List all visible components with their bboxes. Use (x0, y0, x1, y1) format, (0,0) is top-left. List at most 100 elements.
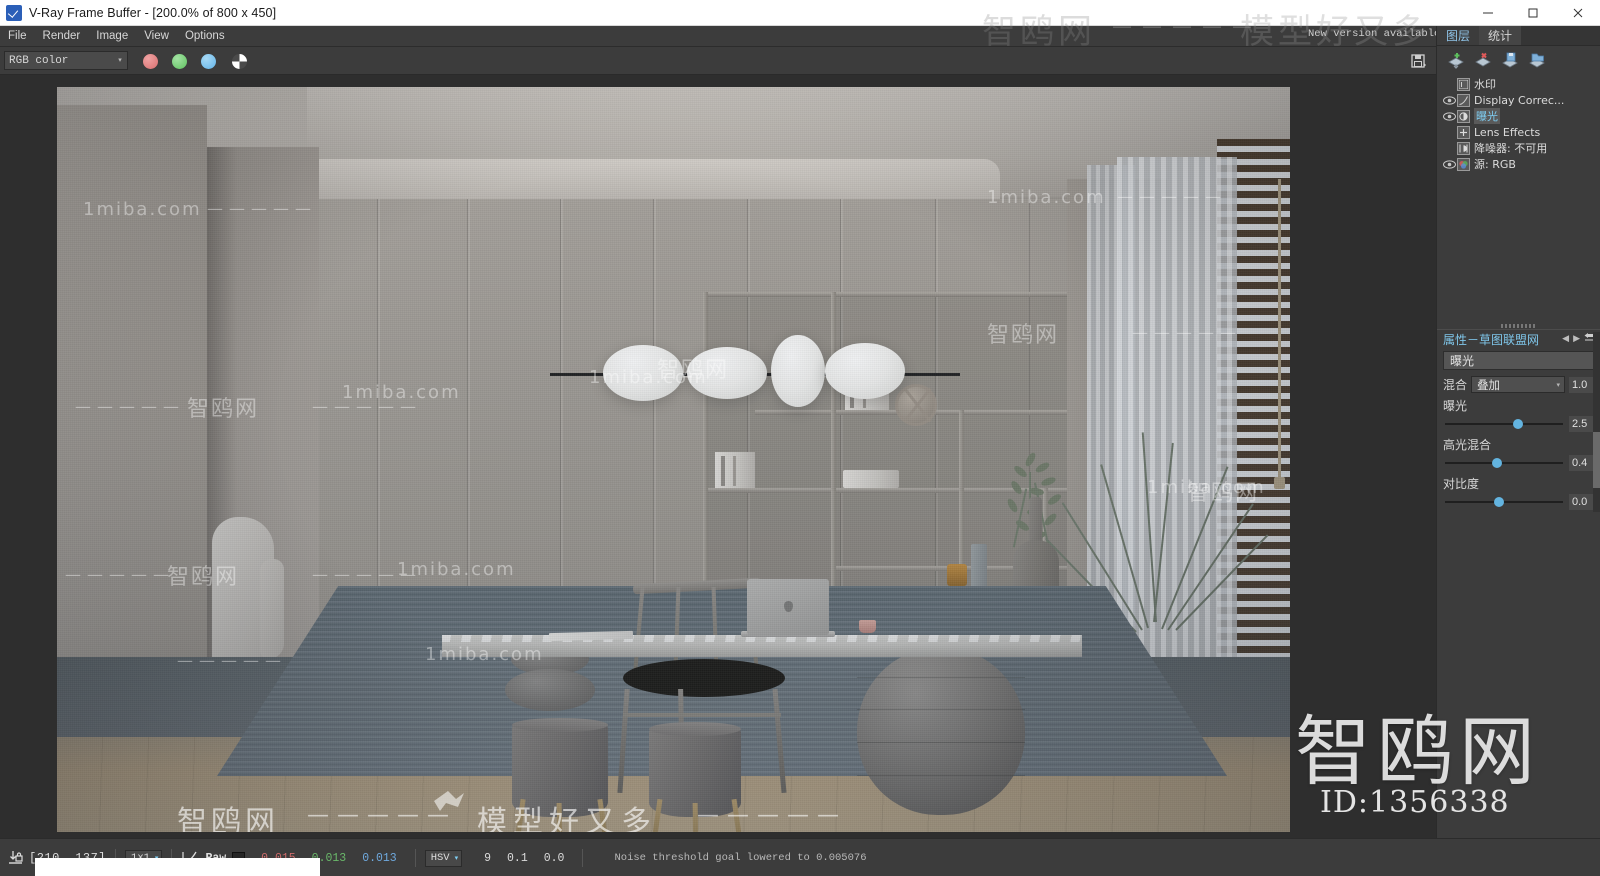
rendered-image[interactable]: 1miba.com ————— 智鸥网 ————— ————— 1miba.co… (57, 87, 1290, 832)
prev-arrow-icon[interactable]: ◀ (1562, 334, 1569, 344)
pendant-lamp (687, 347, 767, 399)
red-channel-button[interactable] (136, 49, 164, 73)
exposure-slider-row: 2.5 (1437, 414, 1600, 434)
new-version-notice: New version available! (1308, 28, 1447, 40)
menu-options[interactable]: Options (177, 26, 233, 47)
layer-label: 源: RGB (1474, 158, 1516, 171)
contrast-slider-row: 0.0 (1437, 492, 1600, 512)
blend-mode-select[interactable]: 叠加 ▾ (1471, 376, 1565, 393)
menu-file[interactable]: File (0, 26, 35, 47)
desk-ball-base (857, 647, 1025, 815)
menu-view[interactable]: View (136, 26, 177, 47)
exposure-slider[interactable] (1445, 419, 1563, 429)
decor-sphere (895, 384, 937, 426)
properties-scrollbar[interactable] (1593, 332, 1600, 512)
pendant-lamp (825, 343, 905, 399)
chevron-down-icon: ▾ (454, 854, 459, 863)
tab-statistics[interactable]: 统计 (1479, 26, 1522, 45)
minimize-button[interactable] (1465, 0, 1510, 26)
properties-panel: 属性－草图联盟网 ◀ ▶ 曝光 混合 叠加 ▾ 1.0 曝光 2.5 高光混合 … (1437, 329, 1600, 819)
blend-mode-row: 混合 叠加 ▾ 1.0 (1437, 374, 1600, 395)
color-space-select[interactable]: HSV ▾ (424, 849, 463, 867)
watermark-icon (1457, 77, 1470, 91)
blue-channel-button[interactable] (194, 49, 222, 73)
highlight-blend-label: 高光混合 (1443, 438, 1492, 452)
chevron-down-icon: ▾ (118, 57, 122, 64)
apple-logo-icon (784, 601, 793, 612)
vray-checkbox-icon (6, 4, 22, 21)
close-button[interactable] (1555, 0, 1600, 26)
slider-knob[interactable] (1513, 419, 1524, 429)
hue-value: 9 (484, 851, 492, 865)
delete-layer-icon[interactable] (1472, 50, 1494, 70)
saturation-value: 0.1 (507, 851, 528, 865)
chevron-down-icon: ▾ (1556, 380, 1560, 389)
laptop (747, 579, 829, 635)
denoiser-icon (1457, 141, 1470, 155)
color-pick-lock-icon[interactable] (8, 850, 23, 866)
status-message: Noise threshold goal lowered to 0.005076 (614, 852, 867, 864)
pendant-lamp (771, 335, 825, 407)
properties-title: 属性－草图联盟网 (1443, 332, 1540, 347)
blue-value: 0.013 (362, 851, 397, 865)
channel-select[interactable]: RGB color ▾ (4, 51, 128, 70)
color-space-value: HSV (430, 852, 450, 864)
tooltip-strip (35, 858, 320, 876)
vray-frame-buffer-window: V-Ray Frame Buffer - [200.0% of 800 x 45… (0, 0, 1600, 876)
properties-subtitle: 曝光 (1443, 351, 1595, 370)
layer-toolbar (1437, 47, 1600, 73)
menu-render[interactable]: Render (35, 26, 89, 47)
window-title: V-Ray Frame Buffer - [200.0% of 800 x 45… (29, 5, 277, 20)
panel-tabs: 图层 统计 (1437, 26, 1600, 46)
highlight-blend-slider-row: 0.4 (1437, 453, 1600, 473)
layer-list: 水印 Display Correc... 曝光 Lens Effects 降噪器… (1437, 76, 1600, 172)
contrast-label: 对比度 (1443, 477, 1480, 491)
maximize-button[interactable] (1510, 0, 1555, 26)
source-rgb-icon (1457, 157, 1470, 171)
properties-header: 属性－草图联盟网 ◀ ▶ (1437, 330, 1600, 348)
layer-label: Display Correc... (1474, 93, 1565, 107)
value-value: 0.0 (543, 851, 565, 865)
contrast-slider[interactable] (1445, 497, 1563, 507)
visibility-toggle[interactable] (1441, 95, 1457, 105)
layer-row[interactable]: Display Correc... (1437, 92, 1600, 108)
exposure-label: 曝光 (1443, 399, 1468, 413)
menu-image[interactable]: Image (88, 26, 136, 47)
next-arrow-icon[interactable]: ▶ (1573, 334, 1580, 344)
load-layers-icon[interactable] (1499, 50, 1521, 70)
layer-row[interactable]: 曝光 (1437, 108, 1600, 124)
marble-desk (442, 635, 1082, 657)
layer-label: Lens Effects (1474, 125, 1541, 139)
tab-layers[interactable]: 图层 (1437, 26, 1480, 45)
window-controls (1465, 0, 1600, 26)
green-channel-button[interactable] (165, 49, 193, 73)
layer-label: 曝光 (1474, 108, 1500, 124)
toolbar: RGB color ▾ (0, 47, 1600, 75)
title-bar: V-Ray Frame Buffer - [200.0% of 800 x 45… (0, 0, 1600, 26)
alpha-channel-button[interactable] (225, 49, 253, 73)
add-layer-icon[interactable] (1445, 50, 1467, 70)
layer-row[interactable]: 降噪器: 不可用 (1437, 140, 1600, 156)
save-layers-icon[interactable] (1526, 50, 1548, 70)
visibility-toggle[interactable] (1441, 111, 1457, 121)
scrollbar-thumb[interactable] (1593, 432, 1600, 488)
layer-label: 水印 (1474, 78, 1496, 91)
layer-row[interactable]: 水印 (1437, 76, 1600, 92)
exposure-icon (1457, 109, 1470, 123)
curve-icon (1457, 93, 1470, 107)
coffee-mug (859, 620, 876, 633)
layer-label: 降噪器: 不可用 (1474, 142, 1548, 155)
save-image-icon[interactable] (1405, 49, 1432, 73)
slider-knob[interactable] (1494, 497, 1505, 507)
visibility-toggle[interactable] (1441, 159, 1457, 169)
render-viewport[interactable]: 1miba.com ————— 智鸥网 ————— ————— 1miba.co… (0, 75, 1436, 838)
panel-splitter[interactable] (1443, 322, 1595, 329)
right-panel: 图层 统计 水印 Display Correc... 曝光 Lens Effec… (1436, 26, 1600, 838)
layer-row[interactable]: 源: RGB (1437, 156, 1600, 172)
slider-knob[interactable] (1491, 458, 1502, 468)
blind-cord (1274, 179, 1286, 489)
layer-row[interactable]: Lens Effects (1437, 124, 1600, 140)
blend-mode-value: 叠加 (1477, 377, 1501, 392)
highlight-blend-slider[interactable] (1445, 458, 1563, 468)
amber-vase (947, 564, 967, 586)
